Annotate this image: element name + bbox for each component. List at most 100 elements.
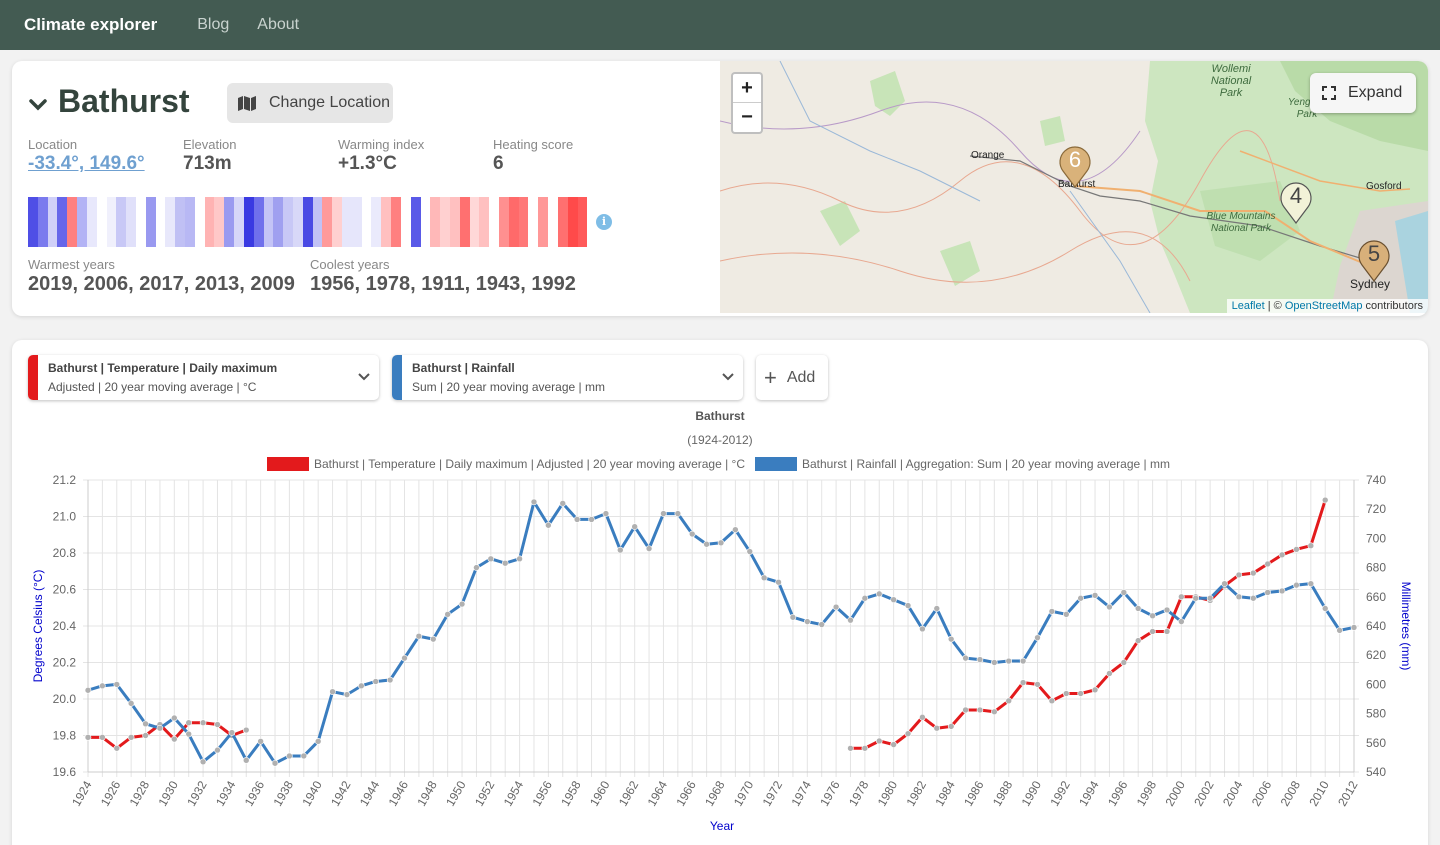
climate-chart[interactable]: 21.2 21.0 20.8 20.6 20.4 20.2 20.0 19.8 19.6 740 7…: [12, 340, 1428, 845]
data-point: [156, 724, 164, 732]
stripe: [37, 197, 48, 247]
stripe: [253, 197, 264, 247]
zoom-in-button[interactable]: +: [733, 74, 761, 103]
stripe: [400, 197, 411, 247]
stripe: [194, 197, 205, 247]
stripe: [302, 197, 313, 247]
data-point: [1350, 624, 1358, 631]
data-point: [933, 605, 941, 612]
x-axis-title: Year: [710, 819, 734, 833]
x-tick-label: 1964: [645, 778, 671, 808]
data-point: [1048, 697, 1056, 705]
x-tick-label: 1998: [1134, 778, 1160, 808]
x-tick-label: 1948: [414, 778, 440, 808]
brand[interactable]: Climate explorer: [24, 15, 157, 35]
data-point: [616, 546, 624, 554]
stripe: [28, 197, 38, 247]
zoom-out-button[interactable]: −: [733, 103, 761, 132]
y-tick-label: 20.0: [53, 692, 77, 706]
y-tick-label: 19.6: [53, 765, 77, 779]
x-tick-label: 1996: [1105, 778, 1131, 808]
leaflet-link[interactable]: Leaflet: [1232, 300, 1265, 312]
map-attribution: Leaflet | © OpenStreetMap contributors: [1226, 299, 1428, 313]
data-point: [732, 526, 739, 533]
expand-label: Expand: [1348, 84, 1403, 101]
data-point: [1134, 637, 1142, 644]
location-title: Bathurst: [58, 83, 190, 119]
place-label-gosford: Gosford: [1366, 181, 1402, 192]
x-tick-label: 1930: [155, 778, 181, 808]
stripe: [469, 197, 480, 247]
data-point: [142, 720, 149, 728]
data-point: [1235, 593, 1243, 601]
data-point: [904, 730, 912, 737]
coolest-years-label: Coolest years: [310, 257, 390, 272]
x-tick-label: 1924: [69, 778, 95, 808]
data-point: [991, 708, 998, 716]
data-point: [1091, 592, 1099, 599]
stat-label: Location: [28, 137, 78, 152]
osm-link[interactable]: OpenStreetMap: [1285, 300, 1363, 312]
data-point: [228, 729, 236, 736]
map-marker-5[interactable]: 5: [1356, 237, 1392, 288]
coordinates-link[interactable]: -33.4°, 149.6°: [28, 153, 145, 175]
park-label-wollemi: Wollemi National Park: [1210, 63, 1252, 99]
y2-tick-label: 720: [1366, 502, 1386, 516]
data-point: [760, 574, 768, 582]
marker-label: 6: [1068, 147, 1082, 172]
expand-map-button[interactable]: Expand: [1310, 73, 1416, 113]
x-tick-label: 2012: [1335, 778, 1361, 808]
data-point: [832, 603, 840, 611]
data-point: [1034, 681, 1041, 688]
data-point: [775, 578, 782, 586]
stripe: [145, 197, 156, 247]
data-point: [429, 635, 437, 643]
data-point: [171, 735, 178, 743]
data-point: [286, 752, 293, 760]
map-marker-6[interactable]: 6: [1057, 143, 1093, 194]
stripe: [106, 197, 117, 247]
warming-stripes: [28, 197, 588, 247]
map-marker-4[interactable]: 4: [1278, 179, 1314, 230]
x-tick-label: 2008: [1278, 778, 1304, 808]
data-point: [329, 688, 336, 696]
data-point: [214, 721, 221, 728]
x-tick-label: 1952: [472, 778, 498, 808]
data-point: [962, 706, 969, 714]
data-point: [1062, 611, 1070, 618]
stripe: [518, 197, 529, 247]
data-point: [487, 555, 495, 563]
x-tick-label: 1976: [817, 778, 843, 808]
y2-tick-label: 560: [1366, 736, 1386, 750]
data-point: [660, 510, 667, 517]
data-point: [185, 719, 193, 727]
stripe: [577, 197, 588, 247]
legend-swatch: [755, 457, 797, 471]
stripe: [322, 197, 333, 247]
data-point: [933, 724, 941, 732]
data-point: [314, 738, 322, 745]
data-point: [602, 510, 610, 517]
y2-tick-label: 660: [1366, 590, 1386, 604]
change-location-button[interactable]: Change Location: [227, 83, 393, 123]
x-tick-label: 1956: [529, 778, 555, 808]
data-point: [501, 559, 509, 567]
location-map[interactable]: Orange Bathurst Gosford Sydney Wollemi N…: [720, 61, 1428, 313]
data-point: [962, 654, 969, 662]
data-point: [1077, 594, 1084, 602]
stripe: [312, 197, 323, 247]
nav-link-about[interactable]: About: [257, 16, 299, 34]
data-point: [1293, 546, 1300, 553]
stripe: [214, 197, 225, 247]
y-tick-label: 21.0: [53, 510, 77, 524]
stripe: [185, 197, 195, 247]
data-point: [1120, 659, 1128, 666]
data-point: [919, 625, 926, 633]
data-point: [142, 732, 149, 739]
info-icon[interactable]: i: [596, 214, 612, 230]
data-point: [1264, 560, 1271, 568]
nav-link-blog[interactable]: Blog: [197, 16, 229, 34]
data-point: [127, 734, 135, 741]
data-point: [688, 530, 696, 538]
chevron-down-icon[interactable]: [28, 95, 48, 115]
